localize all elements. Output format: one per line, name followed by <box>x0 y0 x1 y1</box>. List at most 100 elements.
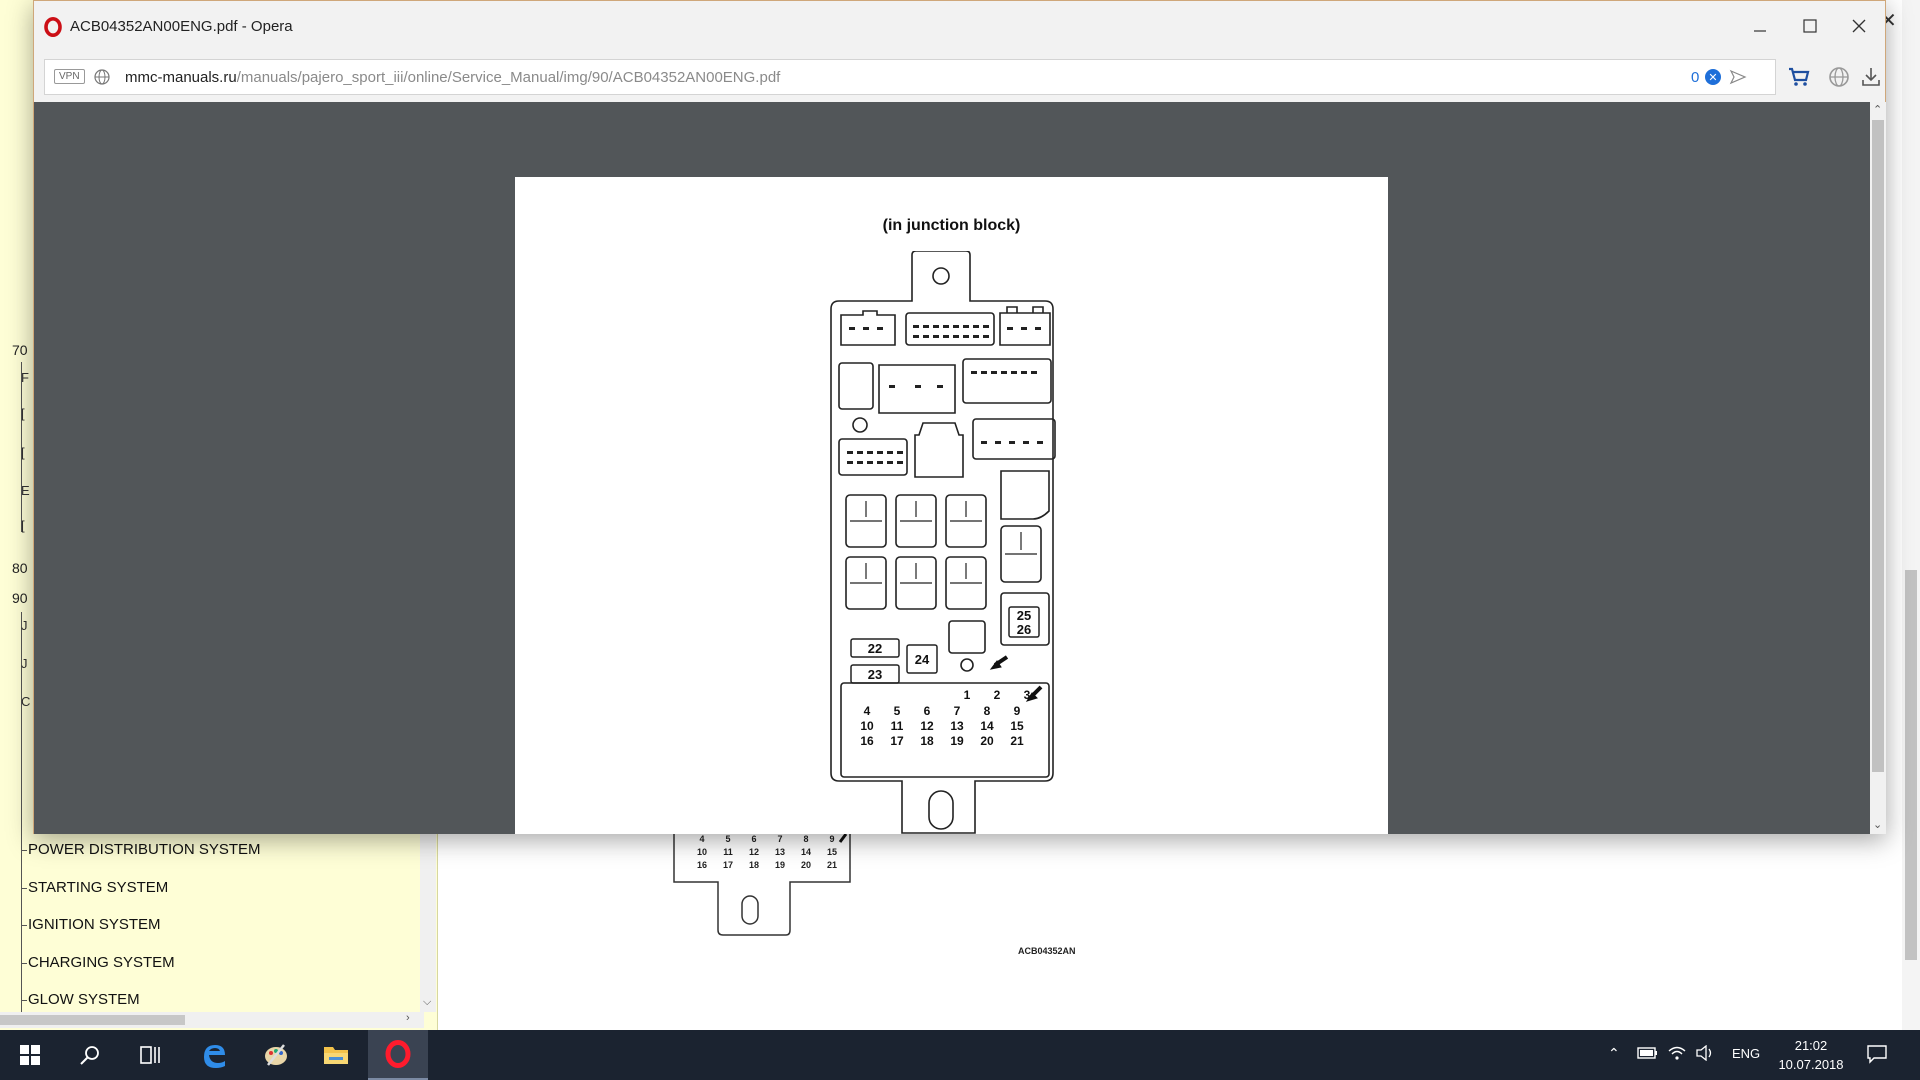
fuse-label: 20 <box>980 734 994 748</box>
tree-item-stub[interactable]: [ <box>21 518 25 533</box>
fuse-label: 12 <box>749 847 759 857</box>
fuse-label: 10 <box>697 847 707 857</box>
fuse-label: 7 <box>954 704 961 718</box>
search-button[interactable] <box>60 1030 120 1080</box>
wifi-icon[interactable] <box>1668 1045 1686 1064</box>
globe-icon[interactable] <box>1827 65 1851 89</box>
address-bar[interactable]: VPN mmc-manuals.ru/manuals/pajero_sport_… <box>44 59 1776 95</box>
opera-logo-icon <box>43 17 63 37</box>
fuse-label: 6 <box>751 834 756 844</box>
fuse-label: 4 <box>864 704 871 718</box>
pdf-vertical-scrollbar[interactable]: ⌃ ⌄ <box>1870 102 1886 834</box>
tree-item-stub[interactable]: J <box>21 618 28 633</box>
fuse-label: 1 <box>964 688 971 702</box>
adblock-count[interactable]: 0 <box>1691 69 1699 86</box>
folder-icon <box>324 1047 348 1064</box>
tree-item-stub[interactable]: F <box>21 370 29 385</box>
fuse-label: 17 <box>890 734 904 748</box>
fuse-label: 10 <box>860 719 874 733</box>
scrollbar-thumb[interactable] <box>1905 570 1917 960</box>
relay-label-24: 24 <box>915 652 930 667</box>
sidebar-vertical-scrollbar[interactable]: ⌵ <box>420 830 436 1012</box>
fuse-label: 17 <box>723 860 733 870</box>
relay-label-25: 25 <box>1017 608 1031 623</box>
start-button[interactable] <box>0 1030 60 1080</box>
maximize-button[interactable] <box>1793 11 1827 41</box>
show-hidden-icons-chevron-icon[interactable]: ⌃ <box>1608 1045 1620 1062</box>
relay-label-23: 23 <box>868 667 882 682</box>
desktop: ‹ ✕ 70 80 90 F [ [ E [ J J C POWER DISTR… <box>0 0 1920 1080</box>
minimize-icon <box>1754 30 1766 32</box>
fuse-label: 8 <box>984 704 991 718</box>
file-explorer-taskbar-button[interactable] <box>306 1030 366 1080</box>
battery-icon[interactable] <box>1637 1046 1659 1063</box>
background-fuse-diagram: 4 5 6 7 8 9 10 11 12 13 14 15 16 17 18 19 20 21 <box>670 830 860 940</box>
opera-logo-icon <box>385 1040 411 1068</box>
close-button[interactable] <box>1842 11 1876 41</box>
paint-taskbar-button[interactable] <box>246 1030 306 1080</box>
fuse-label: 9 <box>829 834 834 844</box>
fuse-label: 8 <box>803 834 808 844</box>
task-view-button[interactable] <box>120 1030 180 1080</box>
fuse-label: 15 <box>827 847 837 857</box>
tree-item-stub[interactable]: [ <box>21 445 25 460</box>
tree-item-power-distribution[interactable]: POWER DISTRIBUTION SYSTEM <box>21 841 261 858</box>
tree-item-starting[interactable]: STARTING SYSTEM <box>21 879 168 896</box>
taskbar-clock[interactable]: 21:02 10.07.2018 <box>1776 1036 1846 1074</box>
download-icon[interactable] <box>1859 65 1883 89</box>
minimize-button[interactable] <box>1743 11 1777 41</box>
fuse-label: 14 <box>801 847 811 857</box>
tree-item-ignition[interactable]: IGNITION SYSTEM <box>21 916 161 933</box>
pdf-heading: (in junction block) <box>882 217 1021 234</box>
tree-item-glow[interactable]: GLOW SYSTEM <box>21 991 140 1008</box>
send-icon[interactable] <box>1729 68 1747 86</box>
fuse-label: 15 <box>1010 719 1024 733</box>
search-icon <box>80 1046 99 1065</box>
scrollbar-thumb[interactable] <box>0 1015 185 1025</box>
adblock-shield-icon[interactable]: ✕ <box>1705 69 1721 85</box>
fuse-label: 20 <box>801 860 811 870</box>
clock-date: 10.07.2018 <box>1778 1057 1844 1072</box>
tree-section-number[interactable]: 90 <box>12 590 28 606</box>
title-bar[interactable]: ACB04352AN00ENG.pdf - Opera <box>34 1 1885 53</box>
task-view-icon <box>140 1046 160 1064</box>
fuse-label: 13 <box>950 719 964 733</box>
tree-section-number[interactable]: 70 <box>12 342 28 358</box>
edge-taskbar-button[interactable] <box>184 1030 244 1080</box>
opera-popup-window: ACB04352AN00ENG.pdf - Opera VPN mmc-manu… <box>33 0 1886 834</box>
shopping-cart-icon[interactable] <box>1787 65 1811 89</box>
fuse-label: 14 <box>980 719 994 733</box>
tree-item-stub[interactable]: J <box>21 656 28 671</box>
globe-icon[interactable] <box>93 68 111 86</box>
sidebar-horizontal-scrollbar[interactable]: › <box>0 1012 424 1028</box>
fuse-label: 13 <box>775 847 785 857</box>
fuse-label: 11 <box>891 719 904 733</box>
fuse-label: 5 <box>894 704 901 718</box>
fuse-label: 4 <box>699 834 704 844</box>
clock-time: 21:02 <box>1794 1038 1828 1053</box>
tree-section-number[interactable]: 80 <box>12 560 28 576</box>
fuse-label: 2 <box>994 688 1001 702</box>
junction-block-diagram: 25 26 22 23 24 1 2 3 4 5 6 7 8 9 10 11 12 13 14 15 16 17… <box>815 250 1075 834</box>
relay-label-22: 22 <box>868 641 882 656</box>
scrollbar-thumb[interactable] <box>1872 120 1884 772</box>
volume-icon[interactable] <box>1695 1044 1715 1064</box>
tree-item-stub[interactable]: E <box>21 483 30 498</box>
action-center-button[interactable] <box>1866 1044 1888 1067</box>
page-vertical-scrollbar[interactable] <box>1902 0 1920 1030</box>
tree-item-charging[interactable]: CHARGING SYSTEM <box>21 954 175 971</box>
fuse-label: 18 <box>749 860 759 870</box>
fuse-label: 18 <box>920 734 934 748</box>
fuse-label: 19 <box>775 860 785 870</box>
fuse-label: 9 <box>1014 704 1021 718</box>
url-text[interactable]: mmc-manuals.ru/manuals/pajero_sport_iii/… <box>125 69 780 86</box>
vpn-badge[interactable]: VPN <box>54 69 85 84</box>
tree-item-stub[interactable]: C <box>21 694 30 709</box>
tree-item-stub[interactable]: [ <box>21 406 25 421</box>
opera-taskbar-button[interactable] <box>368 1030 428 1080</box>
pdf-viewer[interactable]: (in junction block) 25 26 22 23 24 1 2 3… <box>34 102 1870 834</box>
fuse-label: 12 <box>920 719 934 733</box>
windows-logo-icon <box>20 1045 40 1065</box>
input-language[interactable]: ENG <box>1732 1046 1760 1061</box>
windows-taskbar: ⌃ ENG 21:02 10.07.2018 <box>0 1030 1920 1080</box>
